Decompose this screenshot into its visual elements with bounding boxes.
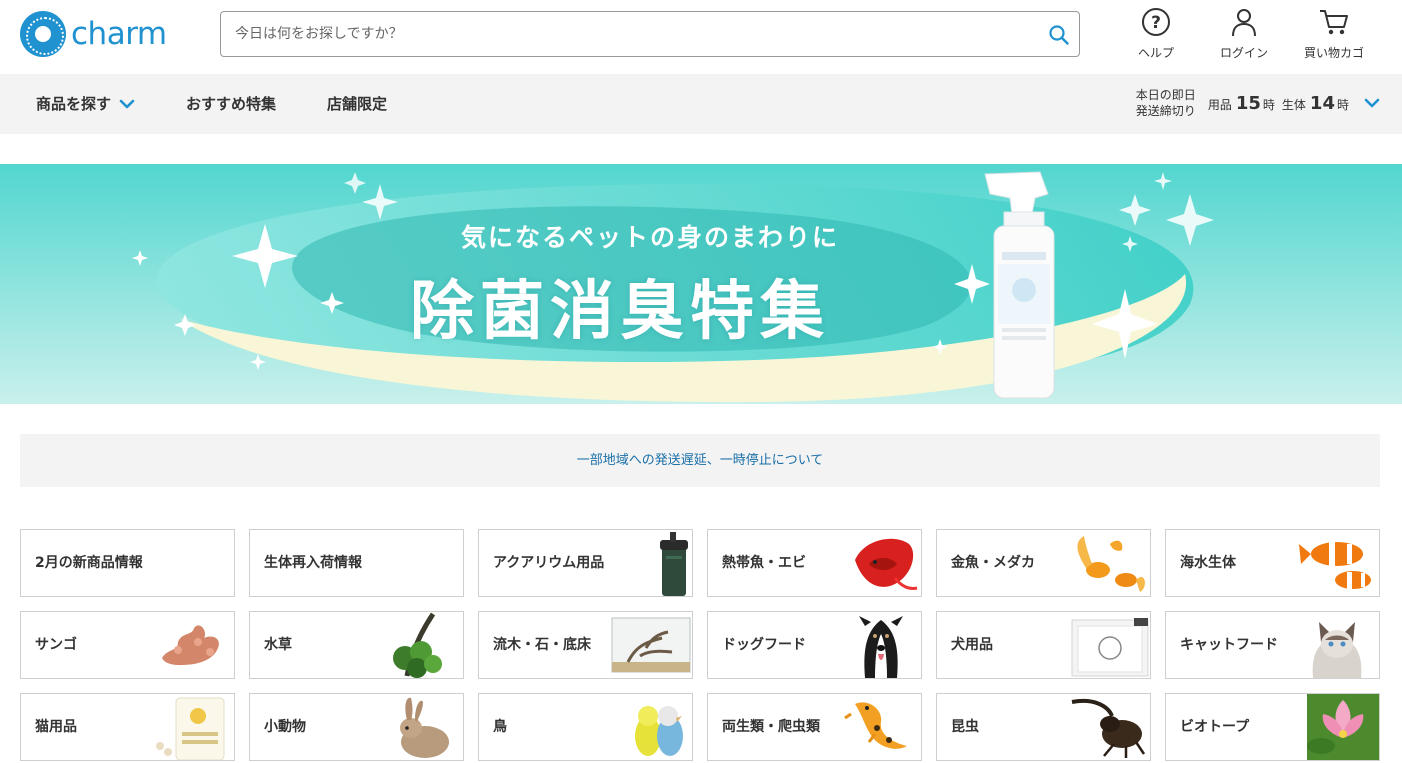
user-icon <box>1232 9 1256 37</box>
filter-canister-icon <box>660 532 688 596</box>
feature-banner[interactable]: 気になるペットの身のまわりに 除菌消臭特集 <box>0 164 1402 404</box>
clownfish-icon <box>1299 542 1371 589</box>
water-lily-icon <box>1307 694 1379 760</box>
logo-text: charm <box>71 16 167 52</box>
search-box <box>220 11 1080 57</box>
pet-sheets-icon <box>1071 618 1149 677</box>
main-nav: 商品を探す おすすめ特集 店舗限定 本日の即日 発送締切り 用品 15 時 生体… <box>0 74 1402 134</box>
category-label: ドッグフード <box>722 637 806 653</box>
help-label: ヘルプ <box>1137 46 1174 60</box>
category-tile[interactable]: ドッグフード <box>707 611 922 679</box>
cart-label: 買い物カゴ <box>1303 46 1364 60</box>
nav-store-label: 店舗限定 <box>327 95 388 113</box>
livestock-cutoff: 生体 14 時 <box>1281 92 1349 114</box>
betta-fish-icon <box>855 538 918 590</box>
category-tile[interactable]: 犬用品 <box>936 611 1151 679</box>
category-label: 昆虫 <box>951 719 979 735</box>
login-link[interactable]: ログイン <box>1216 7 1272 65</box>
category-tile[interactable]: 水草 <box>249 611 464 679</box>
category-label: アクアリウム用品 <box>493 555 605 571</box>
shipping-notice-link[interactable]: 一部地域への発送遅延、一時停止について <box>577 453 824 468</box>
category-tile[interactable]: サンゴ <box>20 611 235 679</box>
category-label: 熱帯魚・エビ <box>722 555 806 571</box>
category-label: 猫用品 <box>35 719 77 735</box>
cat-icon <box>1312 622 1362 678</box>
category-label: 金魚・メダカ <box>951 555 1035 571</box>
category-tile[interactable]: 生体再入荷情報 <box>249 529 464 597</box>
category-label: 鳥 <box>493 719 507 735</box>
banner-title: 除菌消臭特集 <box>410 275 830 349</box>
search-input[interactable] <box>221 12 1021 56</box>
rabbit-icon <box>400 697 449 758</box>
cutoff-label: 本日の即日 発送締切り <box>1135 88 1196 118</box>
category-tile[interactable]: 流木・石・底床 <box>478 611 693 679</box>
category-label: 小動物 <box>264 719 306 735</box>
category-label: 流木・石・底床 <box>493 637 591 653</box>
cart-link[interactable]: 買い物カゴ <box>1300 7 1368 65</box>
banner-subtitle: 気になるペットの身のまわりに <box>460 223 839 252</box>
nav-featured-label: おすすめ特集 <box>186 95 277 113</box>
gecko-icon <box>844 702 907 749</box>
nav-browse-label: 商品を探す <box>36 95 112 113</box>
category-tile[interactable]: 両生類・爬虫類 <box>707 693 922 761</box>
category-label: 生体再入荷情報 <box>264 555 362 571</box>
search-icon[interactable] <box>1047 23 1071 47</box>
category-tile[interactable]: 小動物 <box>249 693 464 761</box>
help-icon: ? <box>1142 8 1170 36</box>
coral-icon <box>162 625 219 666</box>
supplies-cutoff: 用品 15 時 <box>1207 92 1275 114</box>
category-tile[interactable]: 熱帯魚・エビ <box>707 529 922 597</box>
category-label: 水草 <box>264 637 292 653</box>
svg-text:?: ? <box>1151 13 1161 33</box>
category-tile[interactable]: 昆虫 <box>936 693 1151 761</box>
category-label: 海水生体 <box>1180 555 1236 571</box>
category-label: サンゴ <box>35 637 77 653</box>
category-tile[interactable]: 2月の新商品情報 <box>20 529 235 597</box>
help-link[interactable]: ? ヘルプ <box>1133 7 1179 65</box>
login-label: ログイン <box>1219 46 1268 60</box>
category-label: 両生類・爬虫類 <box>722 719 820 735</box>
category-label: 2月の新商品情報 <box>35 555 143 571</box>
nav-browse-products[interactable]: 商品を探す <box>36 93 135 114</box>
nav-featured[interactable]: おすすめ特集 <box>186 93 276 114</box>
parakeets-icon <box>635 706 683 756</box>
nav-store-limited[interactable]: 店舗限定 <box>327 93 387 114</box>
shipping-cutoff[interactable]: 本日の即日 発送締切り 用品 15 時 生体 14 時 <box>1136 87 1380 119</box>
aquatic-plant-icon <box>393 612 442 678</box>
charm-logo[interactable]: charm <box>20 11 170 57</box>
cat-litter-icon <box>156 697 225 760</box>
category-tile[interactable]: ビオトープ <box>1165 693 1380 761</box>
category-tile[interactable]: 猫用品 <box>20 693 235 761</box>
category-tile[interactable]: 海水生体 <box>1165 529 1380 597</box>
goldfish-icon <box>1077 536 1145 592</box>
category-tile[interactable]: 鳥 <box>478 693 693 761</box>
driftwood-tank-icon <box>611 617 691 673</box>
logo-emblem-icon <box>20 11 66 57</box>
category-label: キャットフード <box>1180 637 1278 653</box>
beetle-icon <box>1071 699 1146 758</box>
shipping-notice: 一部地域への発送遅延、一時停止について <box>20 434 1380 487</box>
category-label: 犬用品 <box>951 637 993 653</box>
chevron-down-icon <box>1364 98 1380 108</box>
site-header: charm ? ヘルプ ログイン 買い物カゴ <box>0 0 1402 74</box>
category-tile[interactable]: 金魚・メダカ <box>936 529 1151 597</box>
chevron-down-icon <box>119 99 135 108</box>
category-tile[interactable]: アクアリウム用品 <box>478 529 693 597</box>
category-label: ビオトープ <box>1180 719 1250 735</box>
cart-icon <box>1320 10 1348 35</box>
category-tile[interactable]: キャットフード <box>1165 611 1380 679</box>
dog-icon <box>859 616 903 678</box>
